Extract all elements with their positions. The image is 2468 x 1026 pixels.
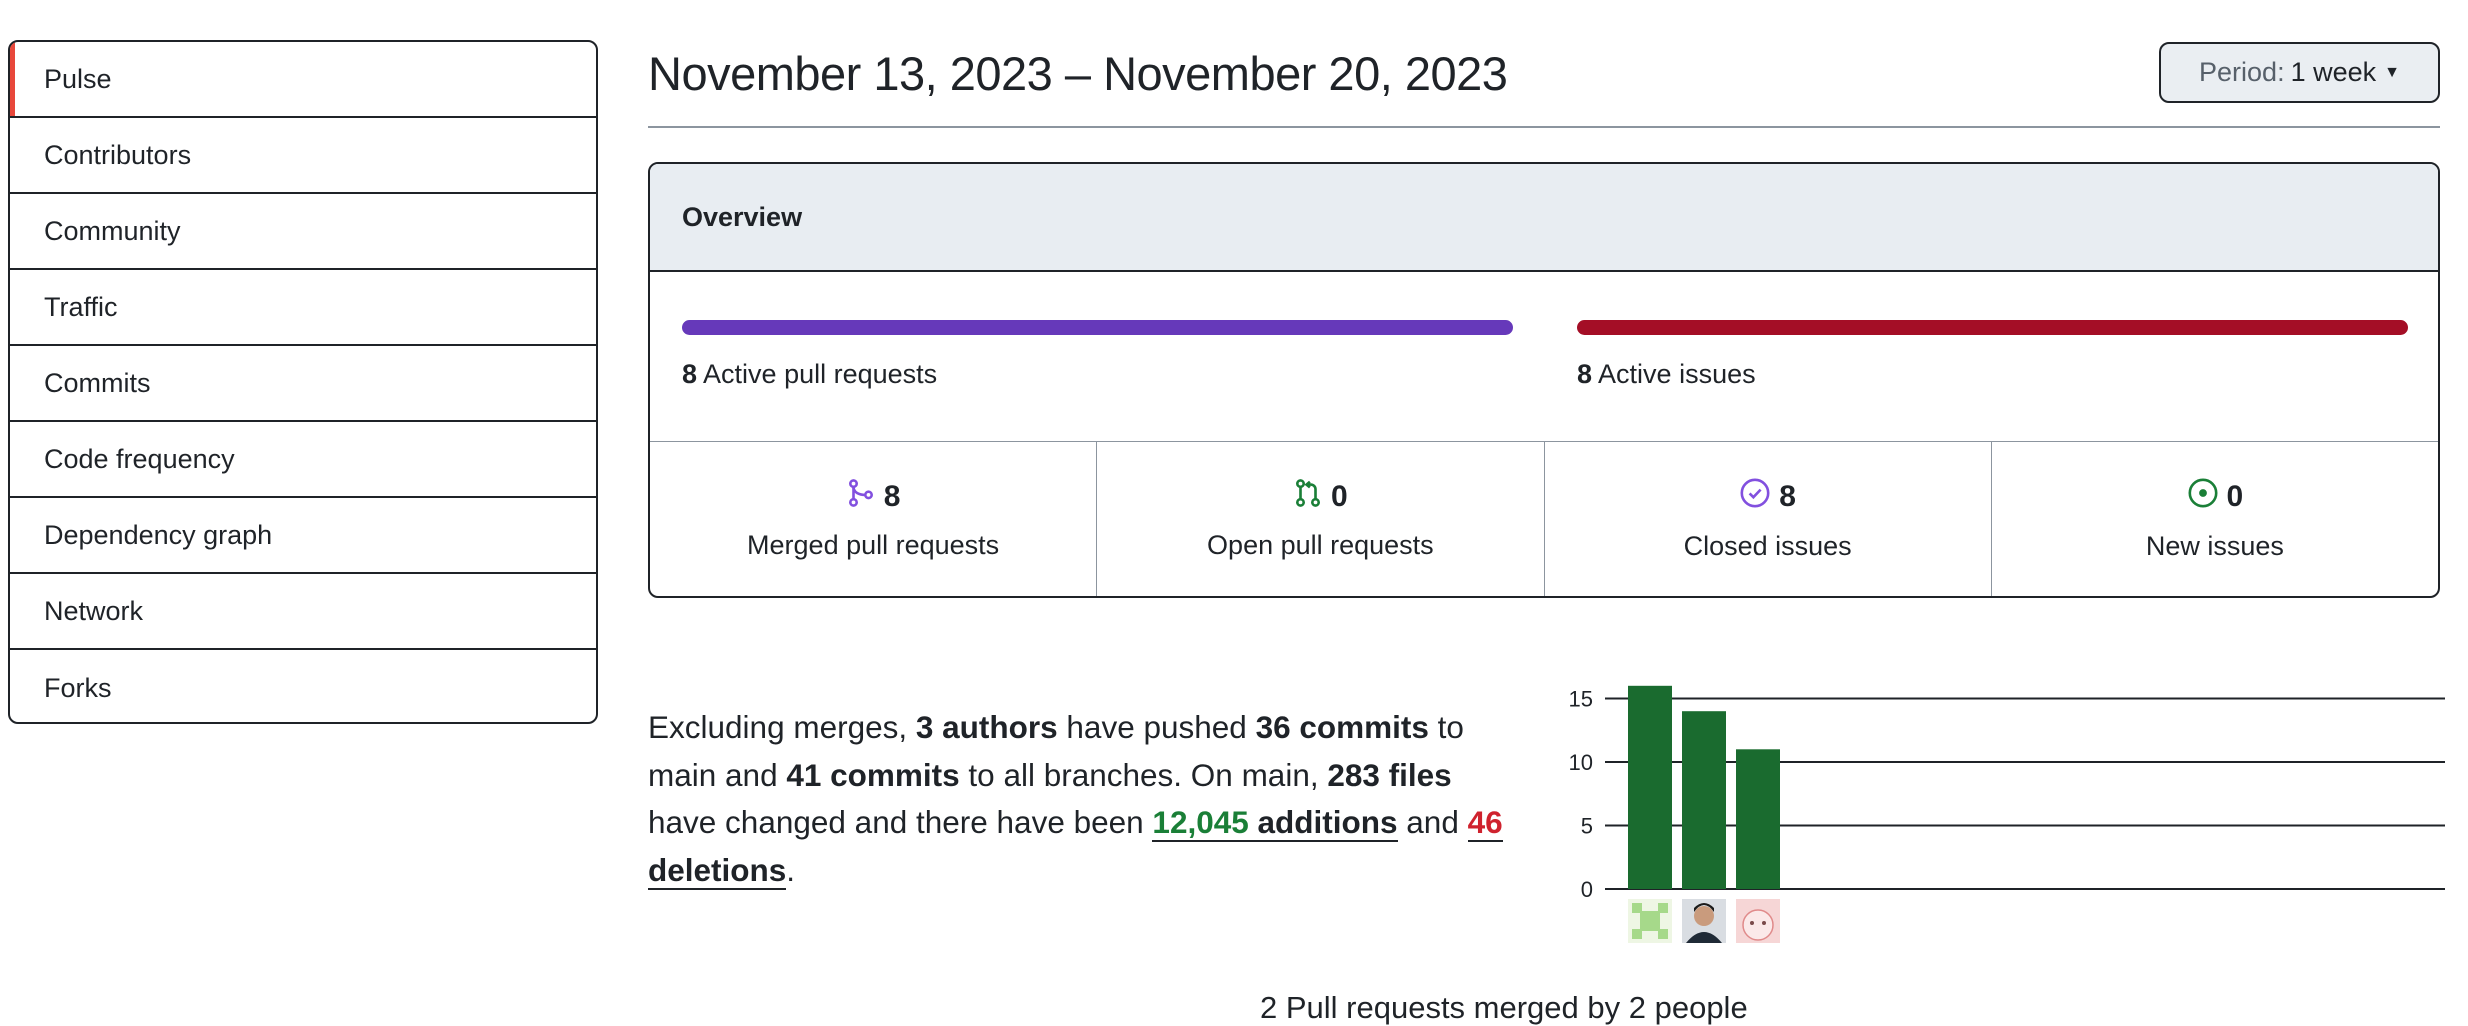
sidebar-item-code-frequency[interactable]: Code frequency xyxy=(10,422,596,498)
merged-pull-requests-count: 8 xyxy=(883,479,901,513)
summary-text: have changed and there have been xyxy=(648,804,1153,840)
additions-link[interactable]: 12,045 additions xyxy=(1152,804,1398,842)
git-pull-request-icon xyxy=(1293,478,1331,516)
sidebar-item-label: Contributors xyxy=(44,139,192,170)
open-pull-requests-label: Open pull requests xyxy=(1207,529,1434,560)
stat-merged-pull-requests[interactable]: 8 Merged pull requests xyxy=(650,442,1098,596)
additions-word: additions xyxy=(1248,804,1398,840)
y-tick-label: 5 xyxy=(1581,814,1593,839)
additions-count: 12,045 xyxy=(1152,804,1249,840)
bar-commits-author-1 xyxy=(1628,685,1672,889)
merged-pull-requests-summary: 2 Pull requests merged by 2 people xyxy=(1260,990,1748,1025)
active-pull-requests-count: 8 xyxy=(682,359,698,389)
caret-down-icon: ▼ xyxy=(2384,63,2400,81)
sidebar-item-traffic[interactable]: Traffic xyxy=(10,270,596,346)
deletions-count: 46 xyxy=(1467,804,1503,840)
new-issues-label: New issues xyxy=(2145,530,2284,561)
identicon-avatar-cell xyxy=(1650,921,1660,931)
insights-sidebar: Pulse Contributors Community Traffic Commits… xyxy=(8,40,598,724)
stat-new-issues[interactable]: 0 New issues xyxy=(1992,442,2438,596)
pull-requests-bar-fill xyxy=(682,320,1513,335)
stat-open-pull-requests[interactable]: 0 Open pull requests xyxy=(1097,442,1545,596)
cartoon-avatar-face xyxy=(1742,909,1774,941)
overview-panel: Overview 8 Active pull requests 8 Active… xyxy=(648,162,2440,598)
new-issues-count: 0 xyxy=(2226,479,2244,513)
commits-all-count: 41 commits xyxy=(786,756,960,793)
sidebar-item-label: Community xyxy=(44,215,181,246)
y-tick-label: 10 xyxy=(1569,750,1593,775)
overview-title: Overview xyxy=(650,164,2438,272)
stat-closed-issues[interactable]: 8 Closed issues xyxy=(1545,442,1992,596)
closed-issues-label: Closed issues xyxy=(1683,530,1852,561)
photo-avatar-face xyxy=(1694,906,1714,926)
period-label: Period: xyxy=(2199,57,2285,87)
identicon-avatar-cell xyxy=(1640,911,1650,921)
git-merge-icon xyxy=(846,478,884,516)
active-issues[interactable]: 8 Active issues xyxy=(1577,320,2408,390)
closed-issues-count: 8 xyxy=(1779,479,1796,513)
sidebar-item-label: Forks xyxy=(44,672,112,703)
bar-commits-author-3 xyxy=(1736,749,1780,889)
period-value: 1 week xyxy=(2290,57,2377,87)
issues-bar-track xyxy=(1577,320,2408,335)
sidebar-item-label: Network xyxy=(44,595,144,626)
active-issues-label: 8 Active issues xyxy=(1577,359,2408,390)
cartoon-avatar-eye xyxy=(1750,921,1754,925)
sidebar-item-network[interactable]: Network xyxy=(10,574,596,650)
active-pull-requests[interactable]: 8 Active pull requests xyxy=(682,320,1513,390)
sidebar-item-dependency-graph[interactable]: Dependency graph xyxy=(10,498,596,574)
period-dropdown-button[interactable]: Period: 1 week ▼ xyxy=(2159,42,2440,103)
issues-bar-fill xyxy=(1577,320,2408,335)
activity-bars: 8 Active pull requests 8 Active issues xyxy=(650,272,2438,442)
commits-by-author-chart: 0 5 10 15 xyxy=(1569,685,2445,943)
commit-summary: Excluding merges, 3 authors have pushed … xyxy=(648,704,1528,894)
commits-main-count: 36 commits xyxy=(1255,709,1429,745)
active-pull-requests-label: 8 Active pull requests xyxy=(682,359,1513,390)
issue-closed-icon xyxy=(1739,477,1779,517)
files-changed-count: 283 files xyxy=(1327,756,1452,793)
deletions-word: deletions xyxy=(648,851,787,888)
sidebar-item-label: Dependency graph xyxy=(44,519,273,550)
bar-commits-author-2 xyxy=(1682,711,1726,889)
summary-text: and xyxy=(1397,804,1468,840)
header-divider xyxy=(648,126,2440,128)
y-tick-label: 15 xyxy=(1569,687,1593,712)
active-pull-requests-text: Active pull requests xyxy=(703,359,938,389)
stats-row: 8 Merged pull requests 0 Open pull reque… xyxy=(650,442,2438,596)
sidebar-item-label: Traffic xyxy=(44,291,118,322)
active-issues-text: Active issues xyxy=(1598,359,1756,389)
sidebar-item-label: Pulse xyxy=(44,63,112,94)
sidebar-item-community[interactable]: Community xyxy=(10,194,596,270)
authors-count: 3 authors xyxy=(915,709,1058,745)
summary-text: have pushed xyxy=(1057,709,1256,745)
identicon-avatar-cell xyxy=(1640,921,1650,931)
page-title: November 13, 2023 – November 20, 2023 xyxy=(648,47,1508,100)
sidebar-item-commits[interactable]: Commits xyxy=(10,346,596,422)
sidebar-item-label: Code frequency xyxy=(44,443,235,474)
cartoon-avatar-eye xyxy=(1762,921,1766,925)
sidebar-item-contributors[interactable]: Contributors xyxy=(10,118,596,194)
issue-opened-icon xyxy=(2187,477,2227,517)
open-pull-requests-count: 0 xyxy=(1331,479,1348,513)
sidebar-item-label: Commits xyxy=(44,367,151,398)
sidebar-item-pulse[interactable]: Pulse xyxy=(10,42,596,118)
active-issues-count: 8 xyxy=(1577,359,1593,389)
summary-text: Excluding merges, xyxy=(648,709,916,745)
summary-text: to all branches. On main, xyxy=(959,756,1328,793)
pull-requests-bar-track xyxy=(682,320,1513,335)
summary-text: . xyxy=(786,851,796,888)
identicon-avatar-cell xyxy=(1650,911,1660,921)
y-tick-label: 0 xyxy=(1581,877,1593,902)
merged-pull-requests-label: Merged pull requests xyxy=(747,529,1000,560)
sidebar-item-forks[interactable]: Forks xyxy=(10,650,596,722)
